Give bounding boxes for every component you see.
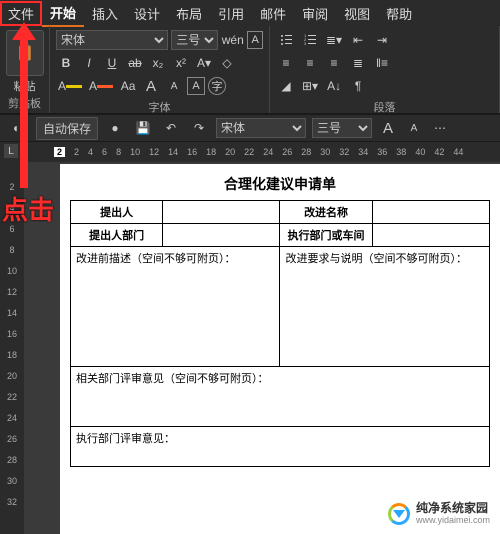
font-size-select[interactable]: 三号 bbox=[171, 30, 218, 50]
doc-title: 合理化建议申请单 bbox=[70, 174, 490, 194]
save-button[interactable]: 💾 bbox=[132, 117, 154, 139]
increase-indent-button[interactable]: ⇥ bbox=[372, 30, 392, 50]
horizontal-ruler: 2 24 68 1012 1416 1820 2224 2628 3032 34… bbox=[24, 142, 500, 162]
bold-button[interactable]: B bbox=[56, 53, 76, 73]
superscript-button[interactable]: x² bbox=[171, 53, 191, 73]
shrink-font-button[interactable]: A bbox=[164, 76, 184, 96]
menu-design[interactable]: 设计 bbox=[126, 1, 168, 26]
cell-proposer-label: 提出人 bbox=[71, 201, 163, 224]
workspace: L 24 68 1012 1416 1820 2224 2628 3032 2 … bbox=[0, 142, 500, 534]
qat-font-family[interactable]: 宋体 bbox=[216, 118, 306, 138]
clear-format-button[interactable]: ◇ bbox=[217, 53, 237, 73]
svg-text:3: 3 bbox=[304, 41, 307, 46]
align-right-button[interactable]: ≡ bbox=[324, 53, 344, 73]
tab-selector[interactable]: L bbox=[4, 144, 18, 158]
font-color-button[interactable]: A bbox=[87, 76, 115, 96]
watermark: 纯净系统家园 www.yidaimei.com bbox=[384, 500, 494, 528]
document-area: 2 24 68 1012 1416 1820 2224 2628 3032 34… bbox=[24, 142, 500, 534]
cell-req[interactable]: 改进要求与说明（空间不够可附页）： bbox=[280, 247, 490, 367]
annotation-click-label: 点击 bbox=[2, 190, 54, 227]
cell-review[interactable]: 相关部门评审意见（空间不够可附页）： bbox=[71, 367, 490, 427]
off-toggle-icon[interactable]: ● bbox=[104, 117, 126, 139]
menu-mail[interactable]: 邮件 bbox=[252, 1, 294, 26]
menu-view[interactable]: 视图 bbox=[336, 1, 378, 26]
watermark-logo-icon bbox=[388, 503, 410, 525]
text-effects-button[interactable]: A▾ bbox=[194, 53, 214, 73]
autosave-toggle-icon[interactable]: ◖◗ bbox=[8, 117, 30, 139]
enclose-char-button[interactable]: 字 bbox=[208, 77, 226, 95]
menu-home[interactable]: 开始 bbox=[42, 0, 84, 27]
cell-proposer-value[interactable] bbox=[163, 201, 280, 224]
strikethrough-button[interactable]: ab bbox=[125, 53, 145, 73]
font-family-select[interactable]: 宋体 bbox=[56, 30, 168, 50]
form-table: 提出人 改进名称 提出人部门 执行部门或车间 改进前描述（空间不够可附页）： 改… bbox=[70, 200, 490, 467]
cell-desc[interactable]: 改进前描述（空间不够可附页）： bbox=[71, 247, 280, 367]
italic-button[interactable]: I bbox=[79, 53, 99, 73]
group-font: 宋体 三号 wén A B I U ab x₂ x² A▾ ◇ A A Aa A… bbox=[50, 26, 270, 113]
group-paragraph: 123 ≣▾ ⇤ ⇥ ≡ ≡ ≡ ≣ ‖≡ ◢ ⊞▾ A↓ ¶ 段落 bbox=[270, 26, 500, 113]
align-center-button[interactable]: ≡ bbox=[300, 53, 320, 73]
watermark-name: 纯净系统家园 bbox=[416, 502, 490, 514]
group-clipboard: 粘贴 剪贴板 bbox=[0, 26, 50, 113]
change-case-button[interactable]: Aa bbox=[118, 76, 138, 96]
qat-more[interactable]: ⋯ bbox=[430, 118, 450, 138]
justify-button[interactable]: ≣ bbox=[348, 53, 368, 73]
menu-references[interactable]: 引用 bbox=[210, 1, 252, 26]
cell-dept-label: 提出人部门 bbox=[71, 224, 163, 247]
paste-button[interactable] bbox=[6, 30, 44, 76]
highlight-button[interactable]: A bbox=[56, 76, 84, 96]
cell-execdept-label: 执行部门或车间 bbox=[280, 224, 372, 247]
watermark-url: www.yidaimei.com bbox=[416, 514, 490, 526]
redo-button[interactable]: ↷ bbox=[188, 117, 210, 139]
clipboard-icon bbox=[15, 41, 35, 65]
decrease-indent-button[interactable]: ⇤ bbox=[348, 30, 368, 50]
bullets-button[interactable] bbox=[276, 30, 296, 50]
paste-label: 粘贴 bbox=[14, 78, 36, 94]
cell-sugname-label: 改进名称 bbox=[280, 201, 372, 224]
sort-button[interactable]: A↓ bbox=[324, 76, 344, 96]
borders-button[interactable]: ⊞▾ bbox=[300, 76, 320, 96]
shading-button[interactable]: ◢ bbox=[276, 76, 296, 96]
underline-button[interactable]: U bbox=[102, 53, 122, 73]
cell-exec-review[interactable]: 执行部门评审意见： bbox=[71, 427, 490, 467]
clipboard-group-label: 剪贴板 bbox=[8, 95, 41, 111]
menu-help[interactable]: 帮助 bbox=[378, 1, 420, 26]
autosave-label: 自动保存 bbox=[36, 117, 98, 140]
font-group-label: 字体 bbox=[56, 99, 263, 115]
align-left-button[interactable]: ≡ bbox=[276, 53, 296, 73]
menu-layout[interactable]: 布局 bbox=[168, 1, 210, 26]
undo-button[interactable]: ↶ bbox=[160, 117, 182, 139]
menu-review[interactable]: 审阅 bbox=[294, 1, 336, 26]
grow-font-button[interactable]: A bbox=[141, 76, 161, 96]
multilevel-list-button[interactable]: ≣▾ bbox=[324, 30, 344, 50]
qat-font-size[interactable]: 三号 bbox=[312, 118, 372, 138]
character-border-button[interactable]: A bbox=[247, 31, 263, 49]
cell-sugname-value[interactable] bbox=[372, 201, 489, 224]
char-shading-button[interactable]: A bbox=[187, 77, 205, 95]
menu-insert[interactable]: 插入 bbox=[84, 1, 126, 26]
subscript-button[interactable]: x₂ bbox=[148, 53, 168, 73]
show-marks-button[interactable]: ¶ bbox=[348, 76, 368, 96]
page[interactable]: 合理化建议申请单 提出人 改进名称 提出人部门 执行部门或车间 改进前描述（空间… bbox=[60, 164, 500, 534]
ribbon: 粘贴 剪贴板 宋体 三号 wén A B I U ab x₂ x² A▾ ◇ A… bbox=[0, 26, 500, 114]
menu-file[interactable]: 文件 bbox=[0, 1, 42, 26]
qat-shrink-font[interactable]: A bbox=[404, 118, 424, 138]
paragraph-group-label: 段落 bbox=[276, 99, 493, 115]
menu-bar: 文件 开始 插入 设计 布局 引用 邮件 审阅 视图 帮助 bbox=[0, 0, 500, 26]
numbering-button[interactable]: 123 bbox=[300, 30, 320, 50]
phonetic-guide-button[interactable]: wén bbox=[221, 30, 244, 50]
cell-dept-value[interactable] bbox=[163, 224, 280, 247]
quick-access-bar: ◖◗ 自动保存 ● 💾 ↶ ↷ 宋体 三号 A A ⋯ bbox=[0, 114, 500, 142]
line-spacing-button[interactable]: ‖≡ bbox=[372, 53, 392, 73]
cell-execdept-value[interactable] bbox=[372, 224, 489, 247]
qat-grow-font[interactable]: A bbox=[378, 118, 398, 138]
